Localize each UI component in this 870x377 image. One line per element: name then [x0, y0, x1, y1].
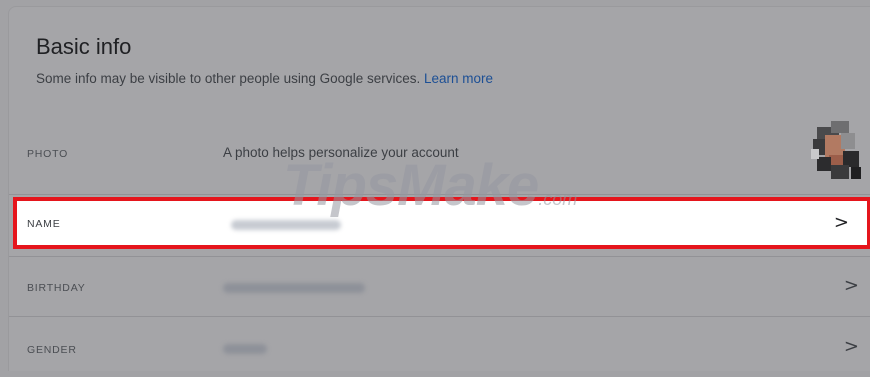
section-subtitle: Some info may be visible to other people…	[36, 71, 493, 86]
chevron-right-icon: >	[833, 212, 849, 233]
name-value-redacted	[231, 220, 341, 230]
birthday-value-redacted	[223, 283, 365, 293]
photo-row[interactable]: PHOTO A photo helps personalize your acc…	[9, 115, 870, 195]
section-title: Basic info	[36, 34, 132, 59]
divider	[9, 316, 870, 317]
photo-description: A photo helps personalize your account	[223, 145, 459, 160]
gender-label: GENDER	[27, 344, 77, 356]
learn-more-link[interactable]: Learn more	[424, 71, 493, 86]
birthday-label: BIRTHDAY	[27, 282, 86, 294]
subtitle-text: Some info may be visible to other people…	[36, 71, 421, 86]
divider	[9, 194, 870, 195]
name-label: NAME	[27, 218, 61, 230]
gender-value-redacted	[223, 344, 267, 354]
name-row[interactable]: NAME >	[13, 197, 870, 249]
gender-row[interactable]: GENDER >	[9, 319, 870, 377]
chevron-right-icon: >	[843, 275, 859, 296]
avatar[interactable]	[807, 119, 863, 179]
birthday-row[interactable]: BIRTHDAY >	[9, 257, 870, 317]
photo-label: PHOTO	[27, 148, 69, 160]
basic-info-card: Basic info Some info may be visible to o…	[8, 6, 870, 371]
chevron-right-icon: >	[843, 336, 859, 357]
